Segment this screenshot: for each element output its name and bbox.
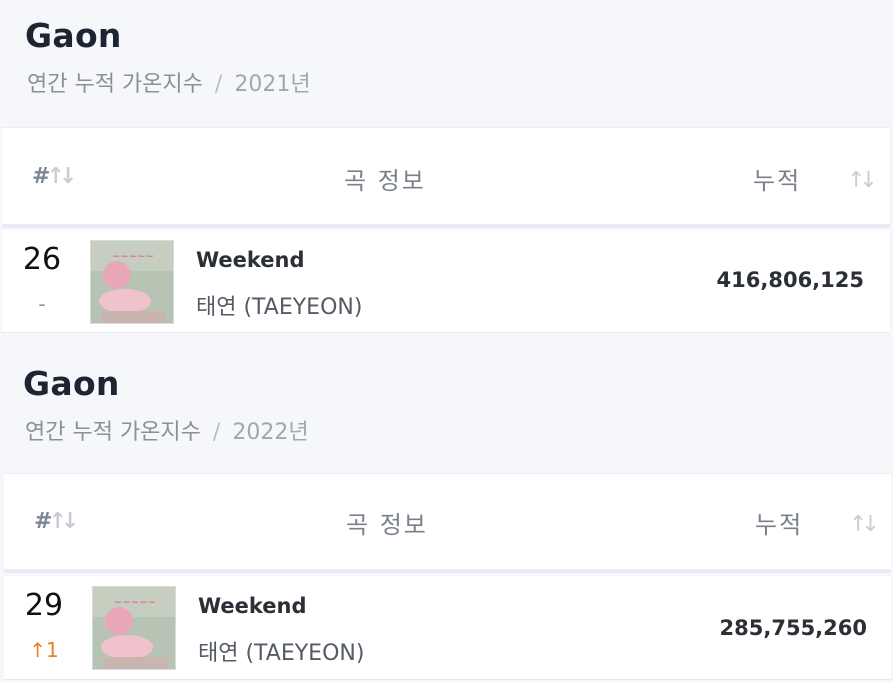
sort-arrows-icon[interactable]: ↑↓ [48,509,79,534]
rank-column-header[interactable]: #↑↓ [32,164,77,189]
section-title: Gaon [25,16,122,55]
cumulative-column-header[interactable]: 누적 [755,505,803,540]
album-cover-image[interactable]: ~~~~~ [92,586,176,670]
subtitle-year: 2021년 [234,72,311,97]
svg-text:~~~~~: ~~~~~ [114,597,156,608]
cumulative-value: 285,755,260 [719,616,867,640]
table-header: #↑↓ 곡 정보 누적 ↑↓ [4,473,891,573]
header-divider [2,224,890,228]
subtitle-text: 연간 누적 가온지수 [25,420,201,445]
sort-arrows-icon[interactable]: ↑↓ [46,164,77,189]
album-cover-image[interactable]: ~~~~~ [90,240,174,324]
cumulative-sort-icon[interactable]: ↑↓ [849,512,880,537]
header-divider [4,569,891,573]
subtitle-separator: / [212,420,221,445]
song-info-column-header: 곡 정보 [344,167,426,195]
table-header: #↑↓ 곡 정보 누적 ↑↓ [2,127,890,228]
table-row[interactable]: 26 - ~~~~~ Weekend 태연 (TAEYEON) 416,806,… [2,230,890,333]
song-title[interactable]: Weekend [196,248,305,272]
rank-change: ↑1 [29,638,59,662]
artist-name[interactable]: 태연 (TAEYEON) [196,289,362,321]
rank-number: 26 [22,242,62,277]
rank-change: - [38,292,46,316]
subtitle-text: 연간 누적 가온지수 [27,72,203,97]
table-row[interactable]: 29 ↑1 ~~~~~ Weekend 태연 (TAEYEON) 285,755… [4,576,891,680]
cumulative-sort-icon[interactable]: ↑↓ [847,168,878,193]
subtitle-separator: / [214,72,223,97]
subtitle-year: 2022년 [232,420,309,445]
rank-number: 29 [24,588,64,623]
section-subtitle: 연간 누적 가온지수 / 2021년 [27,66,311,98]
cumulative-value: 416,806,125 [716,268,864,292]
cumulative-column-header[interactable]: 누적 [753,161,801,196]
artist-name[interactable]: 태연 (TAEYEON) [198,635,364,667]
svg-text:~~~~~: ~~~~~ [112,251,154,262]
rank-column-header[interactable]: #↑↓ [34,509,79,534]
section-subtitle: 연간 누적 가온지수 / 2022년 [25,414,309,446]
song-title[interactable]: Weekend [198,594,307,618]
section-title: Gaon [23,364,120,403]
song-info-column-header: 곡 정보 [346,511,428,539]
